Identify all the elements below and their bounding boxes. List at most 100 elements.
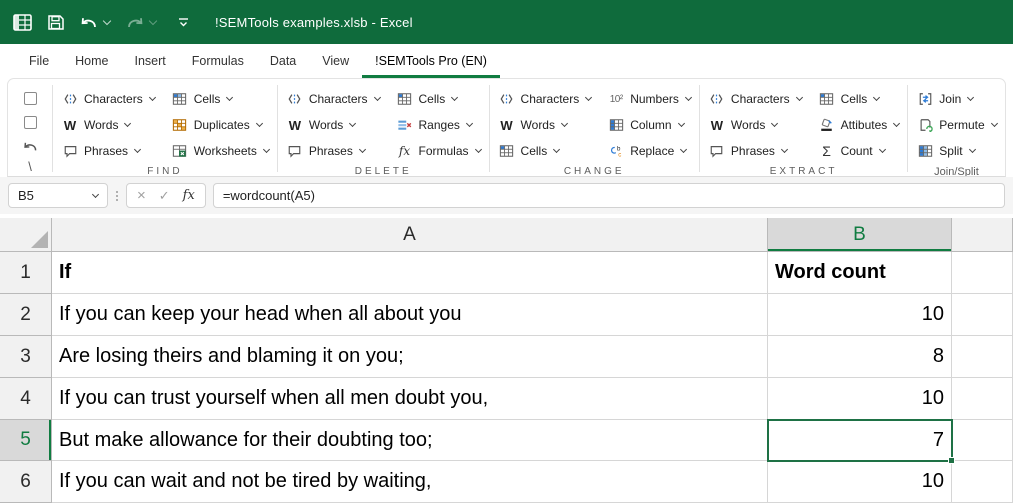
extract-count-button[interactable]: Count [818, 138, 900, 164]
excel-window: !SEMTools examples.xlsb - Excel File Hom… [0, 0, 1013, 504]
delete-words-button[interactable]: Words [286, 112, 380, 138]
tab-formulas[interactable]: Formulas [179, 44, 257, 78]
tab-insert[interactable]: Insert [122, 44, 179, 78]
cell-B6[interactable]: 10 [768, 461, 952, 503]
words-icon [61, 117, 79, 133]
cell-C4[interactable] [952, 378, 1013, 420]
name-box-dropdown-icon[interactable] [91, 190, 100, 198]
delete-ranges-button[interactable]: Ranges [396, 112, 481, 138]
ribbon-quick-controls: \ [8, 79, 52, 176]
change-characters-button[interactable]: Characters [498, 86, 593, 112]
characters-icon [286, 91, 304, 107]
change-numbers-button[interactable]: Numbers [607, 86, 692, 112]
row-header-1[interactable]: 1 [0, 252, 52, 294]
semtools-checkbox-2[interactable] [23, 116, 37, 130]
find-phrases-button[interactable]: Phrases [61, 138, 155, 164]
column-header-a[interactable]: A [52, 218, 768, 252]
find-duplicates-button[interactable]: Duplicates [171, 112, 269, 138]
cell-C5[interactable] [952, 420, 1013, 461]
cell-B2[interactable]: 10 [768, 294, 952, 336]
cell-B1[interactable]: Word count [768, 252, 952, 294]
cell-grid: A B 1 If Word count 2 If you can keep yo… [0, 218, 1013, 503]
cell-A4[interactable]: If you can trust yourself when all men d… [52, 378, 768, 420]
row-header-5[interactable]: 5 [0, 420, 52, 461]
cell-C1[interactable] [952, 252, 1013, 294]
chevron-down-icon [148, 93, 156, 102]
find-worksheets-button[interactable]: Worksheets [171, 138, 270, 164]
change-replace-button[interactable]: bc Replace [607, 138, 691, 164]
save-icon[interactable] [47, 14, 64, 31]
numbers-icon [607, 91, 625, 107]
fill-handle[interactable] [948, 457, 955, 464]
undo-dropdown-icon[interactable] [102, 16, 112, 25]
split-button[interactable]: Split [916, 138, 996, 164]
cell-C2[interactable] [952, 294, 1013, 336]
cell-C6[interactable] [952, 461, 1013, 503]
delete-phrases-button[interactable]: Phrases [286, 138, 380, 164]
column-header-b[interactable]: B [768, 218, 952, 252]
permute-icon [916, 117, 934, 133]
delete-characters-button[interactable]: Characters [286, 86, 381, 112]
cell-A6[interactable]: If you can wait and not be tired by wait… [52, 461, 768, 503]
delete-formulas-button[interactable]: Formulas [396, 138, 482, 164]
tab-view[interactable]: View [309, 44, 362, 78]
row-header-6[interactable]: 6 [0, 461, 52, 503]
chevron-down-icon [124, 119, 132, 128]
chevron-down-icon [255, 119, 263, 128]
extract-characters-button[interactable]: Characters [708, 86, 803, 112]
name-box[interactable]: B5 [8, 183, 108, 208]
cell-A3[interactable]: Are losing theirs and blaming it on you; [52, 336, 768, 378]
backslash-button[interactable]: \ [28, 159, 32, 176]
tab-data[interactable]: Data [257, 44, 309, 78]
phrases-icon [286, 143, 304, 159]
select-all-button[interactable] [0, 218, 52, 252]
row-header-2[interactable]: 2 [0, 294, 52, 336]
change-words-button[interactable]: Words [498, 112, 592, 138]
find-cells-button[interactable]: Cells [171, 86, 269, 112]
enter-button[interactable]: ✓ [159, 189, 170, 202]
tab-semtools-pro[interactable]: !SEMTools Pro (EN) [362, 44, 500, 78]
change-column-button[interactable]: Column [607, 112, 691, 138]
formula-bar-drag-handle[interactable] [115, 190, 119, 201]
customize-quick-access-icon[interactable] [177, 16, 190, 28]
column-header-c[interactable] [952, 218, 1013, 252]
cell-B3[interactable]: 8 [768, 336, 952, 378]
chevron-down-icon [677, 119, 685, 128]
redo-dropdown-icon[interactable] [148, 16, 158, 25]
cell-B5-selected[interactable]: 7 [768, 420, 952, 461]
delete-cells-button[interactable]: Cells [396, 86, 481, 112]
extract-phrases-button[interactable]: Phrases [708, 138, 802, 164]
ribbon-undo-button[interactable] [22, 135, 39, 159]
semtools-checkbox-1[interactable] [23, 91, 37, 105]
formula-input[interactable]: =wordcount(A5) [212, 183, 1005, 208]
find-words-button[interactable]: Words [61, 112, 155, 138]
cell-C3[interactable] [952, 336, 1013, 378]
cell-A1[interactable]: If [52, 252, 768, 294]
svg-text:c: c [618, 151, 621, 158]
cell-A5[interactable]: But make allowance for their doubting to… [52, 420, 768, 461]
row-header-4[interactable]: 4 [0, 378, 52, 420]
extract-cells-button[interactable]: Cells [818, 86, 900, 112]
join-button[interactable]: Join [916, 86, 996, 112]
undo-button[interactable] [79, 14, 112, 31]
insert-function-button[interactable]: fx [183, 188, 195, 203]
permute-button[interactable]: Permute [916, 112, 998, 138]
chevron-down-icon [358, 145, 366, 154]
change-cells-button[interactable]: Cells [498, 138, 592, 164]
row-header-3[interactable]: 3 [0, 336, 52, 378]
chevron-down-icon [133, 145, 142, 154]
cancel-button[interactable]: × [137, 188, 146, 203]
extract-words-button[interactable]: Words [708, 112, 802, 138]
extract-attributes-button[interactable]: Attibutes [818, 112, 901, 138]
tab-home[interactable]: Home [62, 44, 121, 78]
join-icon [916, 91, 934, 107]
find-characters-button[interactable]: Characters [61, 86, 156, 112]
tab-file[interactable]: File [16, 44, 62, 78]
ribbon-group-find: Characters Words Phrases Cells [53, 79, 277, 176]
cell-A2[interactable]: If you can keep your head when all about… [52, 294, 768, 336]
chevron-down-icon [465, 119, 473, 128]
cell-B4[interactable]: 10 [768, 378, 952, 420]
ribbon-group-delete: Characters Words Phrases Cells [278, 79, 489, 176]
ribbon-tab-bar: File Home Insert Formulas Data View !SEM… [0, 44, 1013, 78]
redo-button[interactable] [125, 14, 158, 31]
